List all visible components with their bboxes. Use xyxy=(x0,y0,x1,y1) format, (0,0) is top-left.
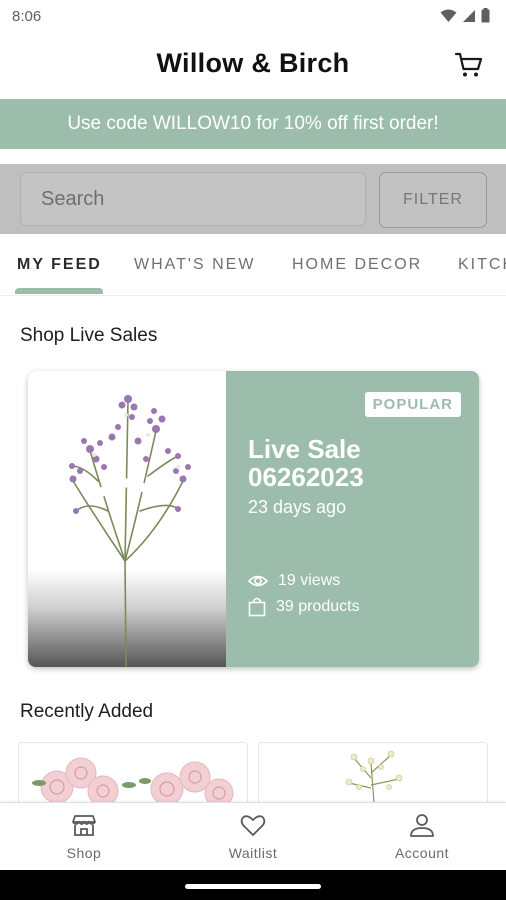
nav-waitlist-label: Waitlist xyxy=(228,845,278,861)
views-count: 19 views xyxy=(278,572,341,589)
cart-icon xyxy=(454,52,483,77)
recently-added-list xyxy=(18,742,506,802)
search-bar: FILTER xyxy=(0,164,506,234)
promo-text: Use code WILLOW10 for 10% off first orde… xyxy=(67,113,439,134)
nav-account[interactable]: Account xyxy=(338,811,506,861)
system-gesture-bar xyxy=(0,870,506,900)
live-sale-image xyxy=(28,371,226,667)
wifi-icon xyxy=(440,9,457,22)
section-title-live-sales: Shop Live Sales xyxy=(20,325,158,346)
live-sale-card[interactable]: POPULAR Live Sale 06262023 23 days ago 1… xyxy=(28,371,479,667)
views-stat: 19 views xyxy=(248,572,340,590)
shopping-bag-icon xyxy=(248,597,266,617)
signal-icon xyxy=(463,9,475,22)
app-header: Willow & Birch xyxy=(0,34,506,98)
tab-home-decor[interactable]: HOME DECOR xyxy=(292,256,422,274)
nav-shop[interactable]: Shop xyxy=(0,811,168,861)
babys-breath-image xyxy=(345,750,403,802)
promo-banner[interactable]: Use code WILLOW10 for 10% off first orde… xyxy=(0,99,506,149)
bottom-nav: Shop Waitlist Account xyxy=(0,802,506,870)
section-title-recently-added: Recently Added xyxy=(20,701,154,722)
product-card[interactable] xyxy=(18,742,248,802)
live-sale-date: 23 days ago xyxy=(248,497,347,517)
search-input[interactable] xyxy=(20,172,366,226)
nav-account-label: Account xyxy=(394,845,450,861)
flower-illustration xyxy=(69,395,191,667)
nav-waitlist[interactable]: Waitlist xyxy=(169,811,337,861)
home-gesture-handle[interactable] xyxy=(185,884,321,889)
app-title: Willow & Birch xyxy=(156,48,350,78)
account-icon xyxy=(410,814,434,837)
active-tab-indicator xyxy=(15,288,103,294)
products-stat: 39 products xyxy=(248,597,360,617)
shop-icon xyxy=(72,815,96,836)
status-bar: 8:06 xyxy=(0,0,506,34)
cart-button[interactable] xyxy=(454,50,486,82)
product-card[interactable] xyxy=(258,742,488,802)
live-sale-title: Live Sale 06262023 xyxy=(248,434,364,492)
tab-kitchen[interactable]: KITCH xyxy=(458,256,506,274)
category-tabs: MY FEED WHAT'S NEW HOME DECOR KITCH xyxy=(0,234,506,296)
status-icons xyxy=(440,8,490,23)
tab-my-feed[interactable]: MY FEED xyxy=(17,256,102,274)
tab-whats-new[interactable]: WHAT'S NEW xyxy=(134,256,255,274)
status-time: 8:06 xyxy=(12,8,42,25)
eye-icon xyxy=(248,575,268,587)
products-count: 39 products xyxy=(276,598,360,615)
popular-badge: POPULAR xyxy=(364,392,461,417)
battery-icon xyxy=(481,8,490,23)
live-sale-info: POPULAR Live Sale 06262023 23 days ago 1… xyxy=(226,371,479,667)
roses-image xyxy=(32,757,234,802)
nav-shop-label: Shop xyxy=(66,845,102,861)
heart-icon xyxy=(240,815,266,836)
filter-button[interactable]: FILTER xyxy=(379,172,487,228)
